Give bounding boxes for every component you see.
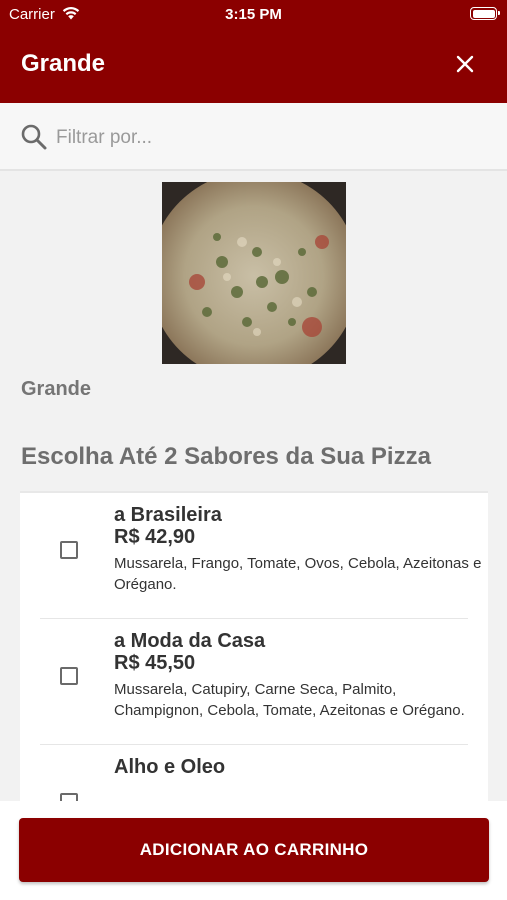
search-bar bbox=[0, 103, 507, 171]
page-title: Grande bbox=[21, 50, 106, 77]
list-item[interactable]: Alho e Oleo bbox=[40, 745, 468, 801]
option-price: R$ 45,50 bbox=[114, 652, 196, 674]
option-name: a Brasileira bbox=[114, 504, 222, 526]
list-item[interactable]: a Moda da Casa R$ 45,50 Mussarela, Catup… bbox=[40, 619, 468, 745]
status-time: 3:15 PM bbox=[225, 6, 282, 23]
search-input[interactable] bbox=[56, 123, 476, 153]
product-name: Grande bbox=[21, 378, 92, 400]
option-name: a Moda da Casa bbox=[114, 630, 266, 652]
search-icon bbox=[21, 124, 47, 150]
status-bar: Carrier 3:15 PM bbox=[0, 0, 507, 28]
flavor-options-list: a Brasileira R$ 42,90 Mussarela, Frango,… bbox=[20, 491, 488, 801]
option-description: Mussarela, Catupiry, Carne Seca, Palmito… bbox=[114, 681, 465, 719]
product-image bbox=[162, 182, 346, 364]
option-checkbox[interactable] bbox=[60, 793, 78, 801]
footer: ADICIONAR AO CARRINHO bbox=[0, 801, 507, 900]
option-description: Mussarela, Frango, Tomate, Ovos, Cebola,… bbox=[114, 555, 482, 593]
option-checkbox[interactable] bbox=[60, 667, 78, 685]
option-checkbox[interactable] bbox=[60, 541, 78, 559]
close-icon[interactable] bbox=[453, 52, 477, 76]
content-area: Grande Escolha Até 2 Sabores da Sua Pizz… bbox=[0, 171, 507, 801]
option-name: Alho e Oleo bbox=[114, 756, 226, 778]
option-price: R$ 42,90 bbox=[114, 526, 196, 548]
section-title: Escolha Até 2 Sabores da Sua Pizza bbox=[21, 443, 431, 470]
app-header: Carrier 3:15 PM Grande bbox=[0, 0, 507, 103]
list-item[interactable]: a Brasileira R$ 42,90 Mussarela, Frango,… bbox=[40, 493, 481, 619]
battery-icon bbox=[470, 7, 500, 20]
add-to-cart-button[interactable]: ADICIONAR AO CARRINHO bbox=[19, 818, 489, 882]
